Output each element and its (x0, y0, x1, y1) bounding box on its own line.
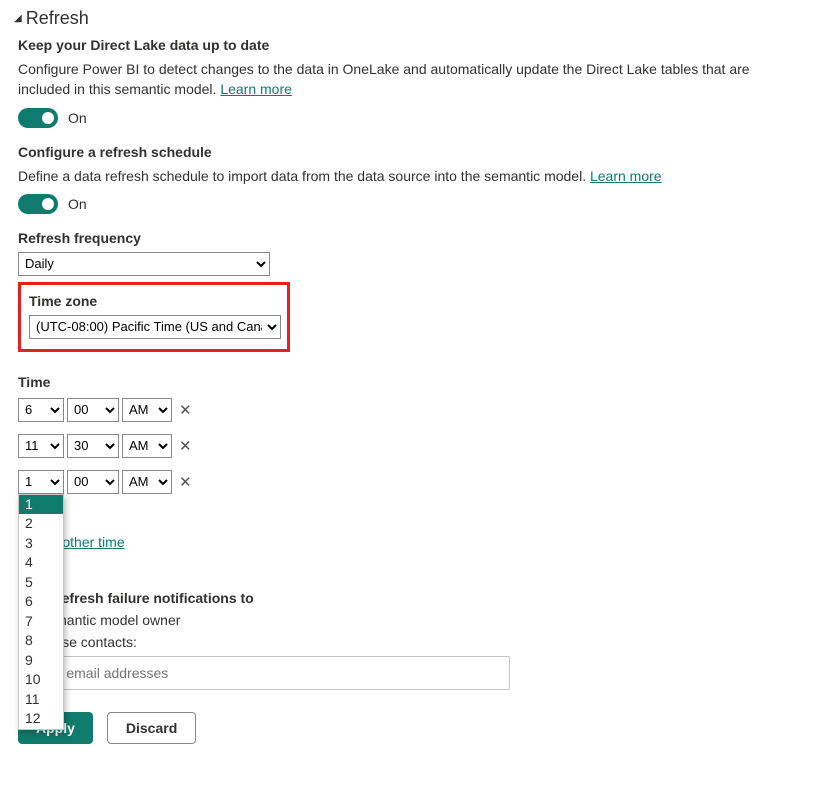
hour-select[interactable]: 11 (18, 434, 64, 458)
schedule-learn-more-link[interactable]: Learn more (590, 168, 662, 184)
notifications-heading: Send refresh failure notifications to (18, 590, 804, 606)
direct-lake-toggle[interactable] (18, 108, 58, 128)
hour-option[interactable]: 5 (19, 573, 63, 593)
hour-select[interactable]: 1 (18, 470, 64, 494)
hour-option[interactable]: 10 (19, 670, 63, 690)
section-header[interactable]: ◢ Refresh (14, 8, 804, 29)
discard-button[interactable]: Discard (107, 712, 196, 744)
hour-option[interactable]: 12 (19, 709, 63, 729)
hour-option[interactable]: 8 (19, 631, 63, 651)
ampm-select[interactable]: AM (122, 470, 172, 494)
time-row-3: 1 1 2 3 4 5 6 7 8 9 10 11 12 00 AM ✕ (18, 470, 804, 494)
schedule-toggle-label: On (68, 196, 87, 212)
remove-time-icon[interactable]: ✕ (175, 437, 192, 455)
schedule-desc-text: Define a data refresh schedule to import… (18, 168, 590, 184)
contacts-checkbox-row: These contacts: (18, 634, 804, 650)
schedule-description: Define a data refresh schedule to import… (18, 166, 804, 186)
direct-lake-learn-more-link[interactable]: Learn more (220, 81, 292, 97)
hour-option[interactable]: 6 (19, 592, 63, 612)
timezone-label: Time zone (29, 293, 279, 309)
hour-dropdown-open: 1 2 3 4 5 6 7 8 9 10 11 12 (18, 494, 64, 730)
expand-icon: ◢ (14, 13, 22, 24)
hour-option[interactable]: 3 (19, 534, 63, 554)
timezone-select[interactable]: (UTC-08:00) Pacific Time (US and Canada) (29, 315, 281, 339)
minute-select[interactable]: 00 (67, 398, 119, 422)
hour-select[interactable]: 6 (18, 398, 64, 422)
minute-select[interactable]: 30 (67, 434, 119, 458)
hour-option[interactable]: 2 (19, 514, 63, 534)
hour-option[interactable]: 4 (19, 553, 63, 573)
schedule-toggle[interactable] (18, 194, 58, 214)
frequency-select[interactable]: Daily (18, 252, 270, 276)
section-title: Refresh (26, 8, 89, 29)
frequency-label: Refresh frequency (18, 230, 804, 246)
owner-checkbox-row: Semantic model owner (18, 612, 804, 628)
remove-time-icon[interactable]: ✕ (175, 401, 192, 419)
email-input[interactable] (18, 656, 510, 690)
minute-select[interactable]: 00 (67, 470, 119, 494)
hour-option[interactable]: 9 (19, 651, 63, 671)
remove-time-icon[interactable]: ✕ (175, 473, 192, 491)
ampm-select[interactable]: AM (122, 434, 172, 458)
time-row-1: 6 00 AM ✕ (18, 398, 804, 422)
hour-option[interactable]: 1 (19, 495, 63, 515)
hour-option[interactable]: 7 (19, 612, 63, 632)
schedule-heading: Configure a refresh schedule (18, 144, 804, 160)
direct-lake-desc-text: Configure Power BI to detect changes to … (18, 61, 750, 97)
direct-lake-description: Configure Power BI to detect changes to … (18, 59, 804, 100)
timezone-highlight-box: Time zone (UTC-08:00) Pacific Time (US a… (18, 282, 290, 352)
ampm-select[interactable]: AM (122, 398, 172, 422)
direct-lake-heading: Keep your Direct Lake data up to date (18, 37, 804, 53)
time-label: Time (18, 374, 804, 390)
time-row-2: 11 30 AM ✕ (18, 434, 804, 458)
direct-lake-toggle-label: On (68, 110, 87, 126)
hour-option[interactable]: 11 (19, 690, 63, 710)
